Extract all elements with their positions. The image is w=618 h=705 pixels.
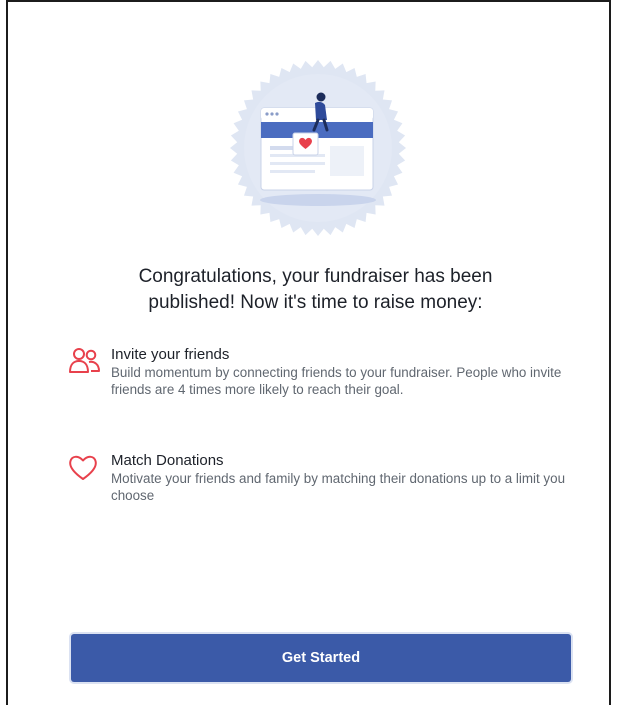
- people-icon: [69, 348, 100, 373]
- feature-text: Match Donations Motivate your friends an…: [111, 452, 571, 504]
- fundraiser-illustration: [230, 60, 406, 236]
- feature-description: Build momentum by connecting friends to …: [111, 365, 562, 397]
- headline-line-1: Congratulations, your fundraiser has bee…: [138, 266, 493, 287]
- feature-text: Invite your friends Build momentum by co…: [111, 346, 571, 398]
- heart-card: [292, 132, 319, 156]
- feature-title: Invite your friends: [111, 346, 230, 363]
- feature-description: Motivate your friends and family by matc…: [111, 471, 566, 503]
- headline-line-2: published! Now it's time to raise money:: [148, 292, 483, 313]
- heart-icon: [69, 455, 97, 480]
- get-started-button[interactable]: Get Started: [71, 634, 571, 682]
- feature-title: Match Donations: [111, 452, 224, 469]
- fundraiser-published-dialog: Congratulations, your fundraiser has bee…: [6, 0, 611, 705]
- headline: Congratulations, your fundraiser has bee…: [48, 264, 583, 316]
